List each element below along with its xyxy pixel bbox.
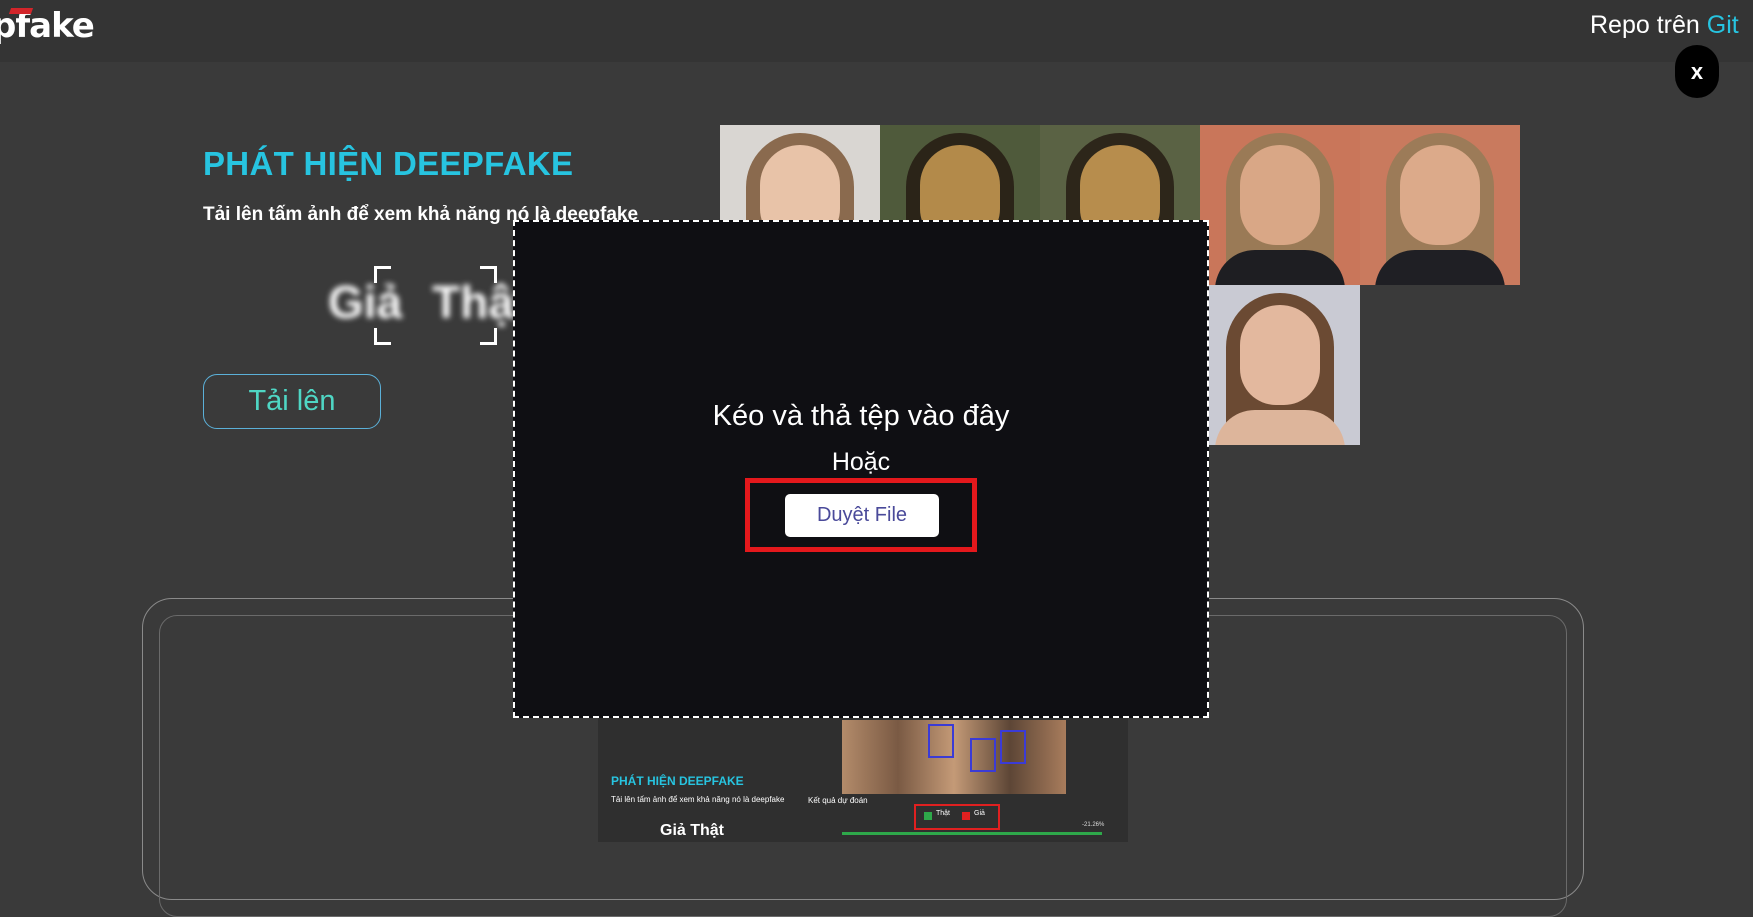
blur-word-fake: Giả bbox=[328, 276, 403, 328]
face-box bbox=[970, 738, 996, 772]
browse-file-button[interactable]: Duyệt File bbox=[785, 494, 939, 537]
logo-accent bbox=[8, 8, 34, 14]
face-image bbox=[1360, 125, 1520, 285]
face-image bbox=[1360, 285, 1520, 445]
preview-result-label: Kết quả dự đoán bbox=[808, 796, 868, 805]
site-logo[interactable]: pfake bbox=[0, 6, 95, 46]
legend-real-swatch bbox=[924, 812, 932, 820]
or-text: Hoặc bbox=[831, 448, 891, 476]
preview-words: Giả Thật bbox=[660, 822, 725, 839]
repo-link[interactable]: Repo trên Git bbox=[1590, 11, 1739, 40]
repo-label: Repo trên bbox=[1590, 11, 1707, 39]
face-box bbox=[928, 724, 954, 758]
preview-subtitle: Tải lên tấm ảnh để xem khả năng nó là de… bbox=[611, 795, 785, 804]
file-drop-zone[interactable]: Kéo và thả tệp vào đây Hoặc Duyệt File bbox=[513, 220, 1209, 718]
preview-score: -21.26% bbox=[1082, 822, 1105, 828]
preview-title: PHÁT HIỆN DEEPFAKE bbox=[611, 774, 744, 788]
legend-real-label: Thật bbox=[936, 810, 951, 817]
upload-button[interactable]: Tải lên bbox=[203, 374, 381, 429]
group-photo bbox=[842, 720, 1066, 794]
face-image bbox=[1200, 285, 1360, 445]
legend-fake-swatch bbox=[962, 812, 970, 820]
demo-preview-image: PHÁT HIỆN DEEPFAKE Tải lên tấm ảnh để xe… bbox=[598, 718, 1128, 842]
face-image bbox=[1200, 125, 1360, 285]
preview-legend: Thật Giả bbox=[914, 804, 1000, 830]
close-icon: x bbox=[1690, 58, 1704, 84]
focus-bracket-icon bbox=[374, 328, 391, 345]
page-title: PHÁT HIỆN DEEPFAKE bbox=[203, 145, 574, 182]
focus-bracket-icon bbox=[480, 328, 497, 345]
preview-score-bar bbox=[842, 832, 1102, 835]
face-box bbox=[1000, 730, 1026, 764]
top-header: pfake Repo trên Git bbox=[0, 0, 1753, 62]
legend-fake-label: Giả bbox=[974, 810, 985, 817]
focus-bracket-icon bbox=[374, 266, 391, 283]
focus-bracket-icon bbox=[480, 266, 497, 283]
close-modal-button[interactable]: x bbox=[1675, 45, 1719, 98]
github-link-text[interactable]: Git bbox=[1707, 11, 1739, 39]
drop-title: Kéo và thả tệp vào đây bbox=[712, 400, 1010, 432]
